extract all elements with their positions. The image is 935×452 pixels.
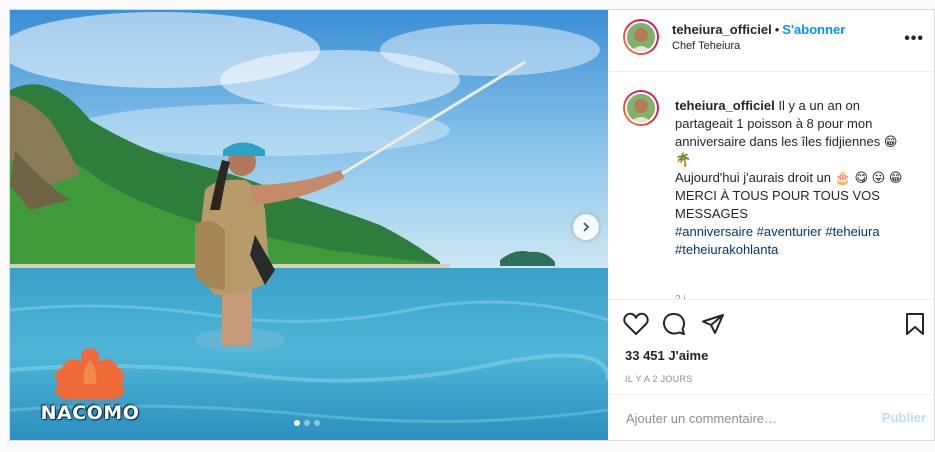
action-bar <box>608 302 934 342</box>
carousel-indicator <box>294 420 320 426</box>
carousel-dot <box>294 420 300 426</box>
post-sidebar: teheiura_officiel • S'abonner Chef Teheiur… <box>608 10 934 440</box>
bookmark-icon <box>906 313 924 335</box>
publish-button[interactable]: Publier <box>882 410 926 425</box>
save-button[interactable] <box>904 312 926 341</box>
palm-tree-emoji: 🌴 <box>675 152 692 167</box>
like-button[interactable] <box>623 312 649 341</box>
comment-form: Publier <box>608 394 934 440</box>
hashtag-link[interactable]: #aventurier <box>757 224 822 239</box>
hashtag-link[interactable]: #teheiurakohlanta <box>675 242 778 257</box>
yum-emoji: 😋 <box>854 170 868 185</box>
hashtag-link[interactable]: #anniversaire <box>675 224 753 239</box>
flame-logo-icon <box>55 348 125 400</box>
caption-line-2: Aujourd'hui j'aurais droit un <box>675 170 831 185</box>
heart-icon <box>623 312 649 336</box>
comment-input[interactable] <box>624 407 868 429</box>
hashtag-link[interactable]: #teheiura <box>825 224 879 239</box>
avatar[interactable] <box>623 19 659 55</box>
caption-text: teheiura_officiel Il y a un an on partag… <box>675 97 911 259</box>
nacomo-logo: NACOMO <box>40 340 140 430</box>
post-image[interactable]: NACOMO <box>10 10 608 440</box>
profile-photo <box>627 23 655 51</box>
cake-emoji: 🎂 <box>834 170 851 185</box>
post-header: teheiura_officiel • S'abonner Chef Teheiur… <box>608 10 934 72</box>
carousel-dot <box>304 420 310 426</box>
caption-line-3: MERCI À TOUS POUR TOUS VOS MESSAGES <box>675 188 880 221</box>
chevron-right-icon <box>583 222 590 232</box>
more-options-icon[interactable]: ••• <box>904 30 924 48</box>
share-icon <box>702 314 724 334</box>
tongue-emoji: 😛 <box>871 170 886 185</box>
share-button[interactable] <box>701 312 725 341</box>
separator-dot: • <box>774 22 780 37</box>
caption-section: teheiura_officiel Il y a un an on partag… <box>608 72 934 300</box>
caption-timestamp: 2 j <box>675 294 686 300</box>
grinning-emoji: 😁 <box>883 134 898 149</box>
comment-icon <box>662 313 686 335</box>
likes-count[interactable]: 33 451 J'aime <box>625 348 708 363</box>
grinning-emoji: 😁 <box>888 170 903 185</box>
follow-button[interactable]: S'abonner <box>782 22 845 37</box>
avatar[interactable] <box>623 90 659 126</box>
caption-username[interactable]: teheiura_officiel <box>675 98 775 113</box>
post-card: NACOMO teheiura_officiel • S'abonner Che… <box>9 9 935 441</box>
watermark-text: NACOMO <box>40 402 140 424</box>
location-link[interactable]: Chef Teheiura <box>672 40 740 52</box>
profile-photo <box>627 94 655 122</box>
comment-button[interactable] <box>662 312 686 341</box>
post-username[interactable]: teheiura_officiel <box>672 22 772 37</box>
carousel-next-button[interactable] <box>573 214 599 240</box>
carousel-dot <box>314 420 320 426</box>
post-timestamp[interactable]: IL Y A 2 JOURS <box>625 374 693 384</box>
